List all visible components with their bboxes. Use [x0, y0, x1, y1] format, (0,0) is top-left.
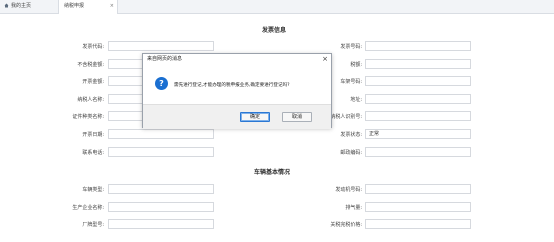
vehicle-right-label: 关税完税价格:	[330, 222, 362, 229]
invoice-right-field[interactable]	[365, 41, 471, 51]
vehicle-left-field[interactable]	[108, 219, 214, 230]
tab-bar: 我的主页 纳税申报 ×	[0, 0, 554, 14]
invoice-right-label: 发票状态:	[340, 132, 362, 138]
invoice-left-field[interactable]	[108, 129, 214, 139]
message-dialog: 来自网页的消息 × ? 需先进行登记,才能办理的税申报业务,确定要进行登记吗? …	[142, 53, 332, 129]
invoice-left-label: 开票日期:	[82, 132, 104, 138]
invoice-left-label: 开票金额:	[82, 79, 104, 86]
dialog-body: ? 需先进行登记,才能办理的税申报业务,确定要进行登记吗?	[143, 65, 331, 103]
tab-tax-declaration[interactable]: 纳税申报 ×	[58, 0, 118, 14]
vehicle-left-label: 车辆类型:	[82, 187, 104, 193]
vehicle-right-field[interactable]	[365, 184, 471, 194]
vehicle-right-field[interactable]	[365, 219, 471, 230]
dialog-close-icon[interactable]: ×	[322, 54, 328, 65]
invoice-right-field[interactable]	[365, 76, 471, 87]
dialog-footer: 确定 取消	[143, 104, 331, 129]
invoice-right-field[interactable]	[365, 58, 471, 69]
dialog-message: 需先进行登记,才能办理的税申报业务,确定要进行登记吗?	[174, 83, 290, 88]
invoice-right-field[interactable]	[365, 146, 471, 157]
invoice-right-label: 发票号码:	[340, 44, 362, 50]
invoice-left-label: 纳税人名称:	[77, 96, 104, 103]
invoice-left-field[interactable]	[108, 146, 214, 157]
question-icon: ?	[155, 77, 168, 90]
invoice-left-label: 证件种类名称:	[72, 114, 104, 121]
vehicle-section-title: 车辆基本情况	[254, 169, 291, 176]
vehicle-left-label: 生产企业名称:	[72, 204, 104, 211]
home-icon	[4, 3, 9, 8]
invoice-right-label: 邮政编码:	[340, 149, 362, 156]
invoice-left-label: 不含税金额:	[77, 61, 104, 68]
invoice-section-title: 发票信息	[262, 27, 287, 34]
tab-close-icon[interactable]: ×	[110, 0, 114, 13]
vehicle-left-label: 厂牌型号:	[82, 222, 104, 229]
invoice-right-field[interactable]: 正常	[365, 129, 471, 139]
tab-home[interactable]: 我的主页	[0, 0, 58, 13]
vehicle-right-label: 发动机号码:	[335, 187, 362, 193]
tab-home-label: 我的主页	[11, 3, 32, 9]
vehicle-right-label: 排气量:	[345, 204, 362, 211]
tab-tax-declaration-label: 纳税申报	[64, 3, 85, 9]
invoice-left-field[interactable]	[108, 41, 214, 51]
invoice-right-field[interactable]	[365, 111, 471, 122]
invoice-left-label: 联系电话:	[82, 149, 104, 156]
dialog-title: 来自网页的消息	[147, 56, 183, 62]
invoice-right-field[interactable]	[365, 93, 471, 104]
invoice-left-label: 发票代码:	[82, 44, 104, 50]
vehicle-right-field[interactable]	[365, 201, 471, 212]
ok-button[interactable]: 确定	[240, 112, 270, 122]
cancel-button[interactable]: 取消	[282, 112, 312, 122]
vehicle-left-field[interactable]	[108, 184, 214, 194]
vehicle-left-field[interactable]	[108, 201, 214, 212]
